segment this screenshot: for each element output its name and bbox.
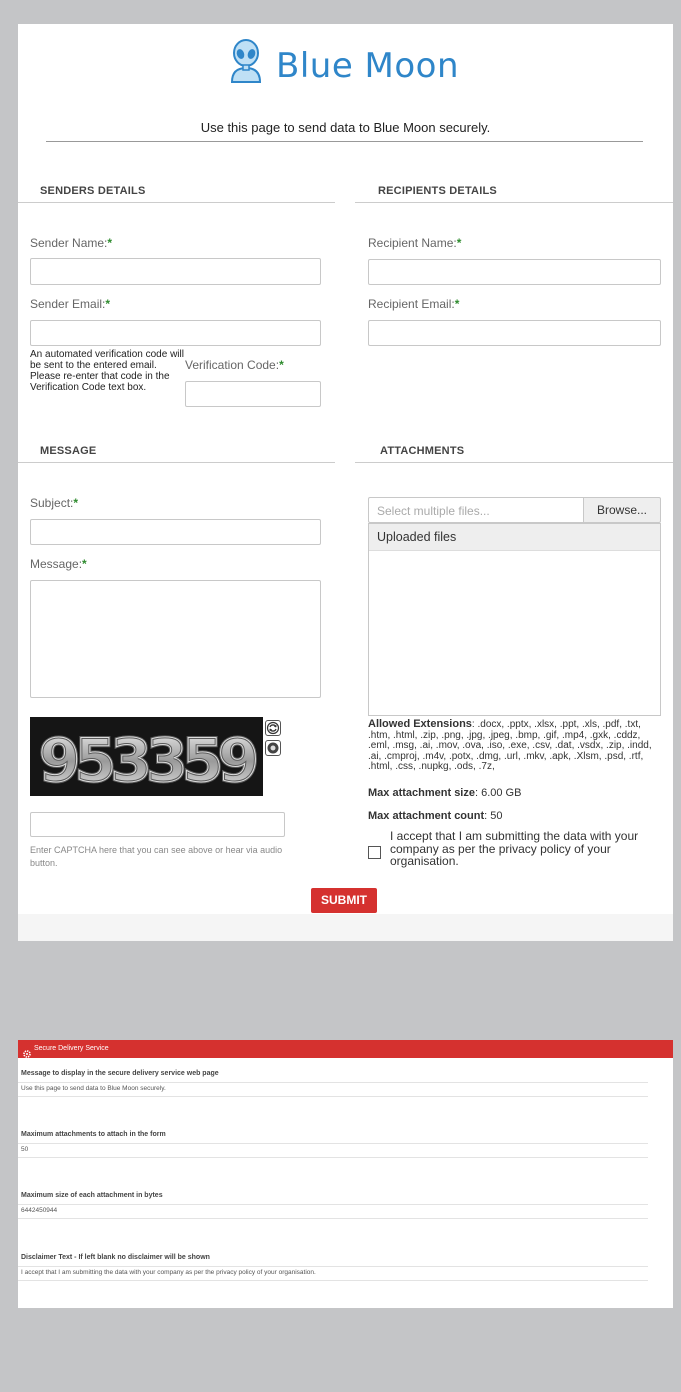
field-divider xyxy=(18,1096,648,1097)
verification-help-text: An automated verification code will be s… xyxy=(30,349,184,393)
recipient-email-label: Recipient Email:* xyxy=(368,297,460,311)
browse-button[interactable]: Browse... xyxy=(583,497,661,523)
sender-name-input[interactable] xyxy=(30,258,321,285)
uploaded-files-title: Uploaded files xyxy=(377,530,457,544)
form-footer xyxy=(18,914,673,941)
uploaded-files-panel: Uploaded files xyxy=(368,523,661,716)
brand-name: Blue Moon xyxy=(276,46,460,86)
refresh-captcha-icon[interactable] xyxy=(265,720,281,736)
attachments-heading: ATTACHMENTS xyxy=(380,445,465,457)
field-divider xyxy=(18,1218,648,1219)
sender-email-input[interactable] xyxy=(30,320,321,346)
field-label-message: Message to display in the secure deliver… xyxy=(21,1070,219,1077)
verification-code-input[interactable] xyxy=(185,381,321,407)
message-divider xyxy=(18,462,335,463)
message-label: Message:* xyxy=(30,557,87,571)
field-label-max-attachments: Maximum attachments to attach in the for… xyxy=(21,1131,166,1138)
intro-text: Use this page to send data to Blue Moon … xyxy=(200,120,491,135)
captcha-help-text: Enter CAPTCHA here that you can see abov… xyxy=(30,845,283,868)
field-label-max-size: Maximum size of each attachment in bytes xyxy=(21,1192,163,1199)
recipient-name-label: Recipient Name:* xyxy=(368,236,462,250)
alien-logo-icon xyxy=(226,38,268,84)
attachments-divider xyxy=(355,462,673,463)
field-value-max-attachments[interactable]: 50 xyxy=(21,1146,28,1153)
admin-title-bar: Secure Delivery Service xyxy=(18,1040,673,1058)
field-divider xyxy=(18,1143,648,1144)
recipients-divider xyxy=(355,202,673,203)
verification-code-label: Verification Code:* xyxy=(185,358,284,372)
field-value-message[interactable]: Use this page to send data to Blue Moon … xyxy=(21,1085,166,1092)
recipient-name-input[interactable] xyxy=(368,259,661,285)
sender-email-label: Sender Email:* xyxy=(30,297,111,311)
field-value-max-size[interactable]: 6442450944 xyxy=(21,1207,57,1214)
captcha-code-outline: 953359 xyxy=(39,726,256,796)
recipients-heading: RECIPIENTS DETAILS xyxy=(378,185,497,197)
audio-captcha-icon[interactable] xyxy=(265,740,281,756)
recipient-email-input[interactable] xyxy=(368,320,661,346)
message-textarea[interactable] xyxy=(30,580,321,698)
senders-divider xyxy=(18,202,335,203)
subject-label: Subject:* xyxy=(30,496,79,510)
captcha-image: 953359 953359 xyxy=(30,717,263,796)
allowed-extensions-text: Allowed Extensions: .docx, .pptx, .xlsx,… xyxy=(368,718,652,772)
field-divider xyxy=(18,1266,648,1267)
max-attachment-count: Max attachment count: 50 xyxy=(368,810,503,822)
field-label-disclaimer: Disclaimer Text - If left blank no discl… xyxy=(21,1254,210,1261)
field-divider xyxy=(18,1280,648,1281)
gear-icon xyxy=(23,1045,31,1058)
sender-name-label: Sender Name:* xyxy=(30,236,113,250)
disclaimer-text: I accept that I am submitting the data w… xyxy=(390,829,639,868)
disclaimer-checkbox[interactable] xyxy=(368,846,381,859)
field-divider xyxy=(18,1204,648,1205)
uploaded-files-header: Uploaded files xyxy=(369,524,660,551)
message-heading: MESSAGE xyxy=(40,445,97,457)
captcha-input[interactable] xyxy=(30,812,285,837)
max-attachment-size: Max attachment size: 6.00 GB xyxy=(368,787,522,799)
field-divider xyxy=(18,1157,648,1158)
submit-button[interactable]: SUBMIT xyxy=(311,888,377,913)
field-divider xyxy=(18,1082,648,1083)
file-select-placeholder: Select multiple files... xyxy=(377,504,490,518)
senders-heading: SENDERS DETAILS xyxy=(40,185,146,197)
header-divider xyxy=(46,141,643,142)
admin-settings-panel: Secure Delivery Service Message to displ… xyxy=(18,1040,673,1308)
file-select-input[interactable]: Select multiple files... xyxy=(368,497,583,523)
admin-title: Secure Delivery Service xyxy=(34,1045,109,1052)
secure-delivery-form: Blue Moon Use this page to send data to … xyxy=(18,24,673,941)
field-value-disclaimer[interactable]: I accept that I am submitting the data w… xyxy=(21,1269,316,1276)
subject-input[interactable] xyxy=(30,519,321,545)
